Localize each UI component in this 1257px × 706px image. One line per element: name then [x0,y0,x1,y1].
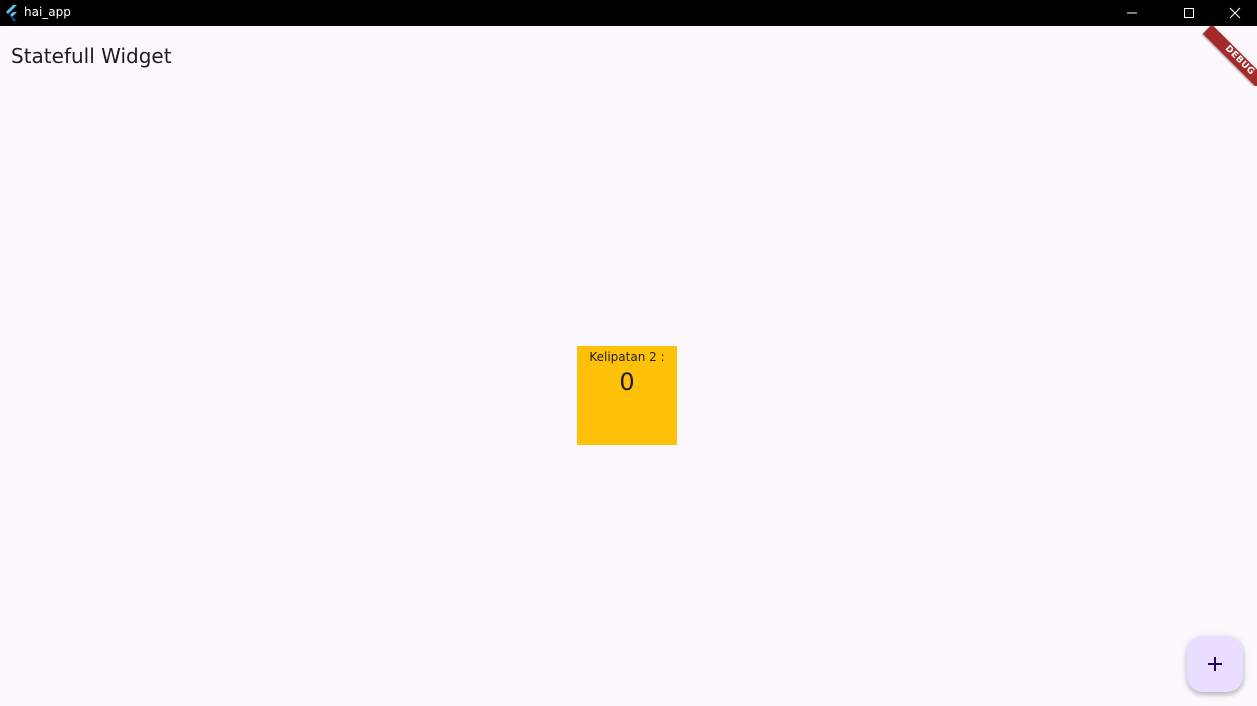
minimize-button[interactable] [1109,0,1155,26]
add-button[interactable] [1187,636,1243,692]
window-titlebar: hai_app [0,0,1257,26]
maximize-button[interactable] [1166,0,1212,26]
counter-value: 0 [619,368,635,396]
close-button[interactable] [1212,0,1257,26]
app-body: Statefull Widget DEBUG Kelipatan 2 : 0 [0,26,1257,706]
debug-banner: DEBUG [1197,26,1257,86]
minimize-icon [1127,12,1137,14]
flutter-logo-icon [5,5,19,21]
add-icon [1208,657,1222,671]
debug-banner-label: DEBUG [1202,26,1257,86]
maximize-icon [1184,8,1194,18]
window-title: hai_app [24,5,71,19]
counter-card: Kelipatan 2 : 0 [577,346,677,445]
close-icon [1229,7,1241,19]
counter-label: Kelipatan 2 : [589,350,665,364]
page-title: Statefull Widget [11,44,172,68]
